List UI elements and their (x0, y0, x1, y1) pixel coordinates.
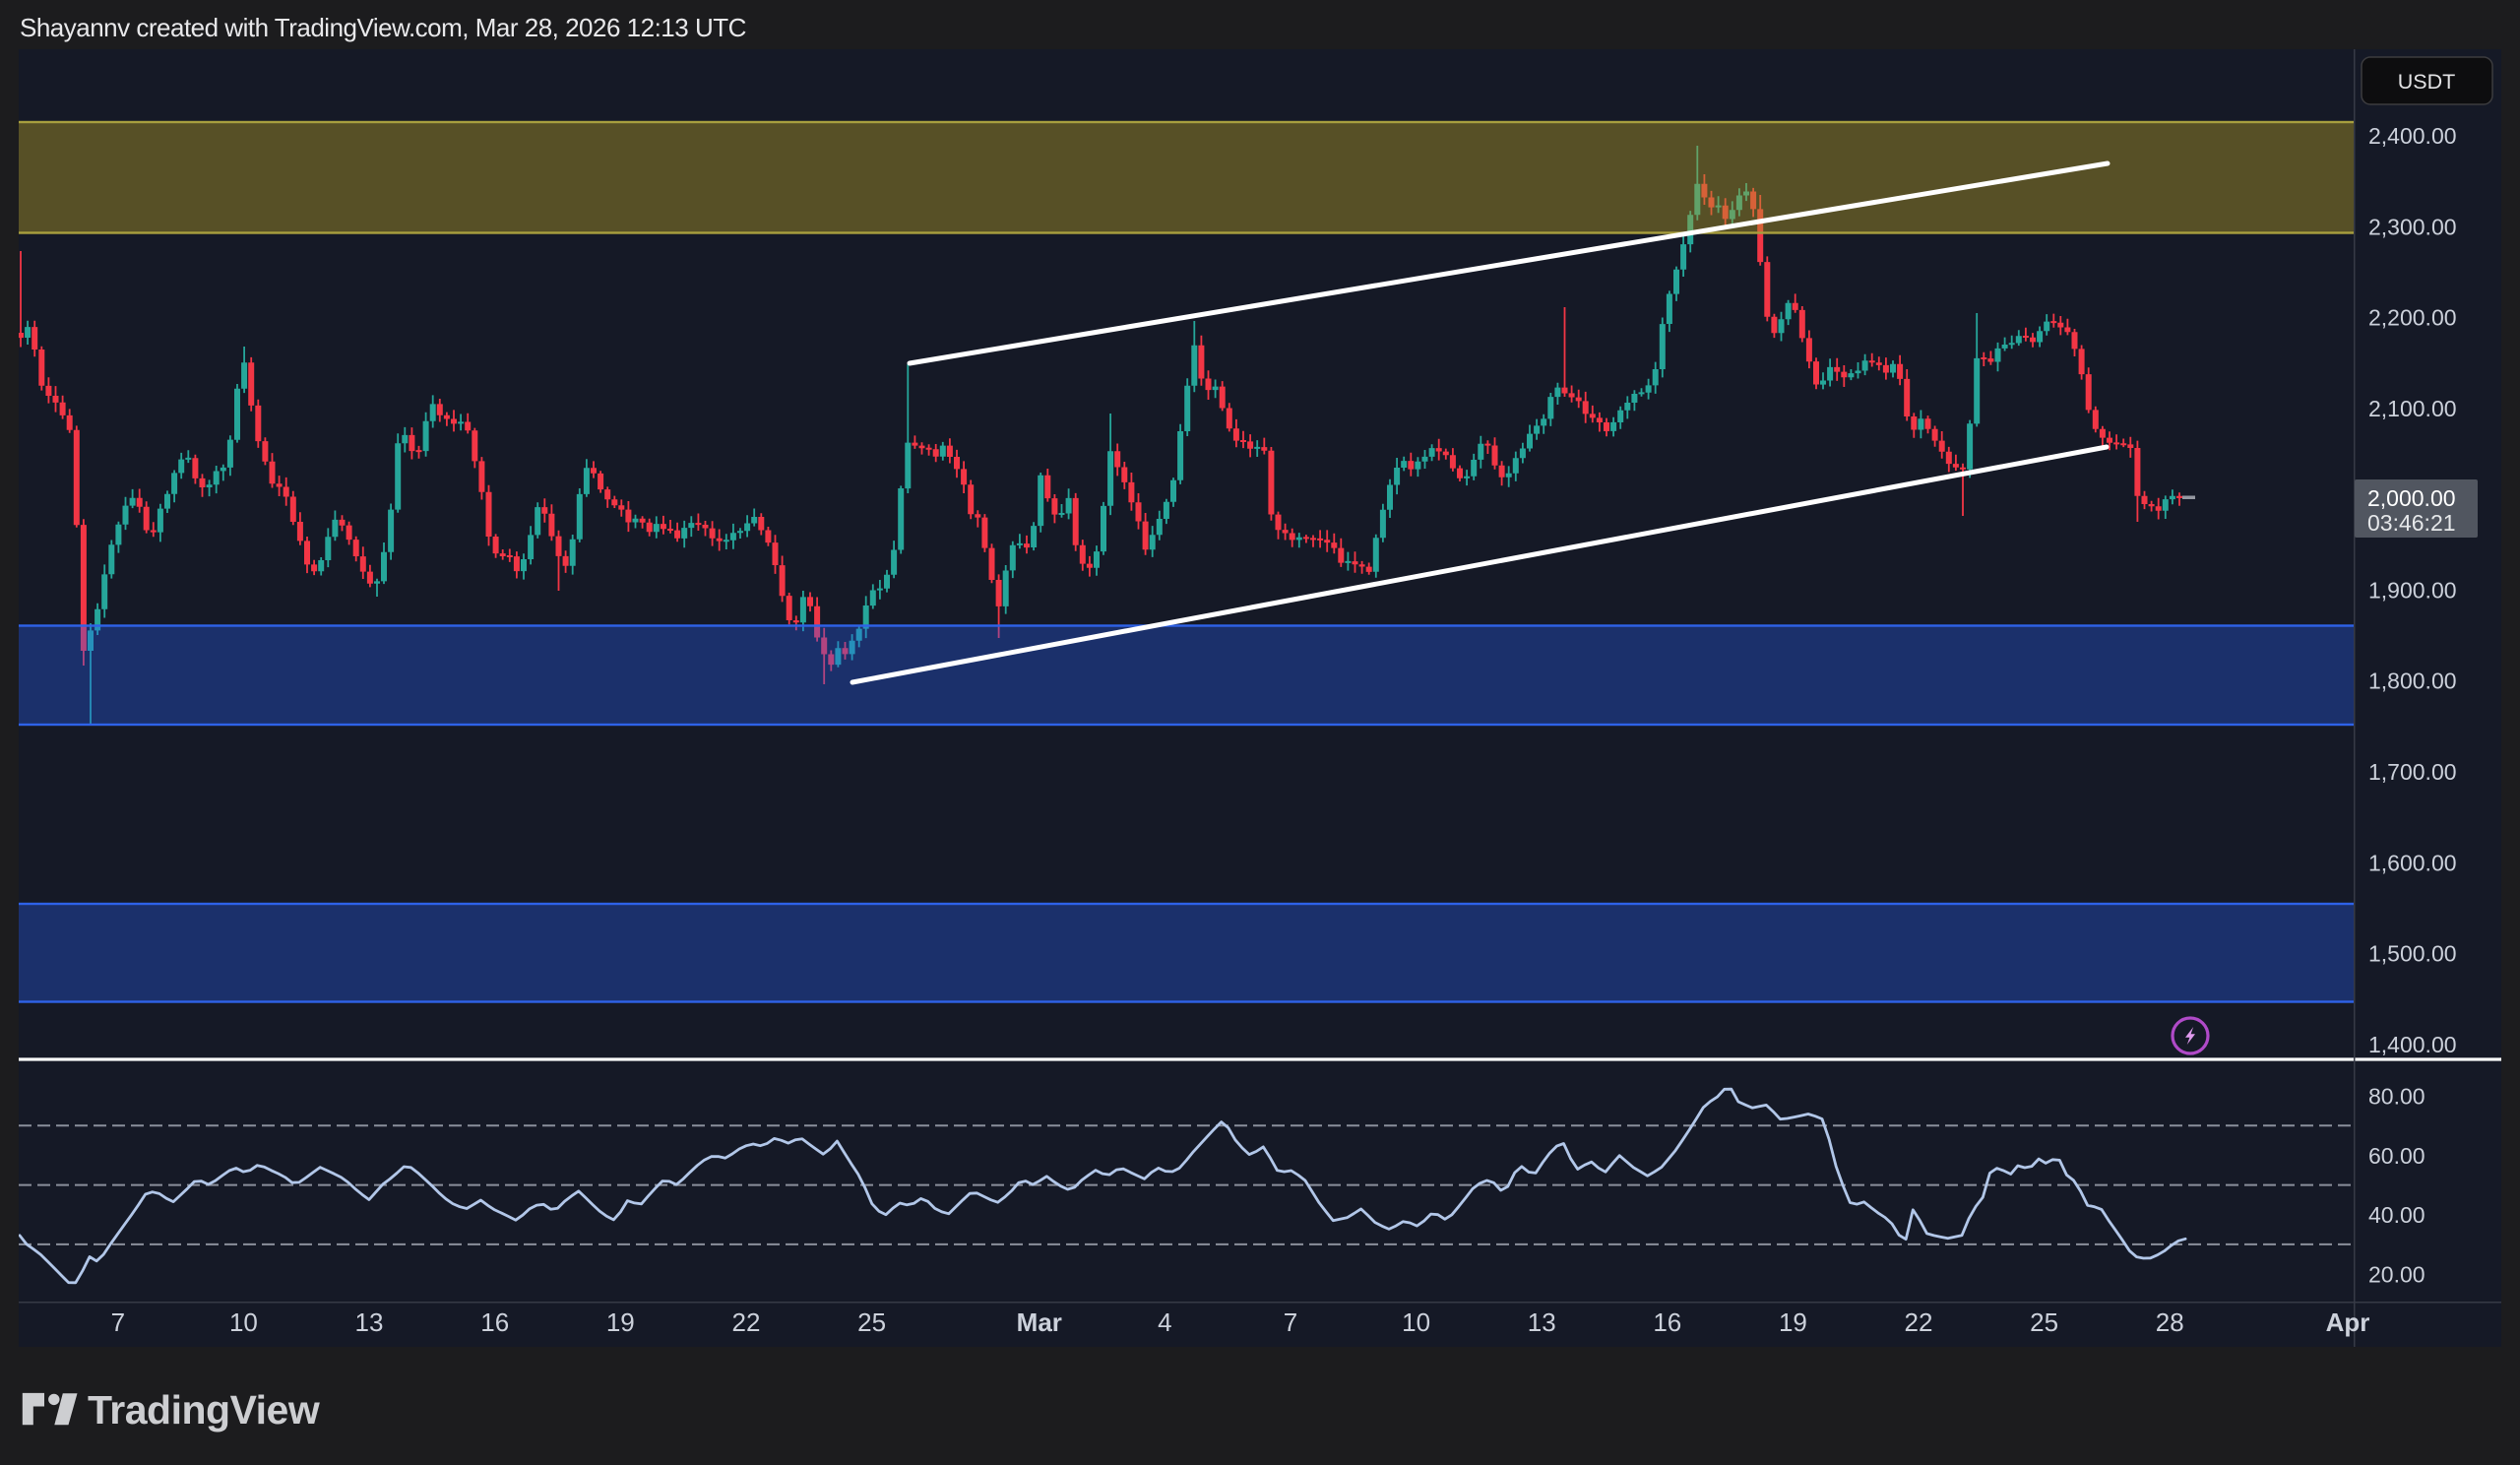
svg-text:4: 4 (1158, 1307, 1171, 1337)
svg-text:1,900.00: 1,900.00 (2368, 577, 2457, 603)
svg-text:16: 16 (1653, 1307, 1681, 1337)
svg-text:Shayannv created with TradingV: Shayannv created with TradingView.com, M… (20, 13, 746, 42)
svg-text:Mar: Mar (1017, 1307, 1062, 1337)
svg-text:2,000.00: 2,000.00 (2367, 485, 2456, 511)
svg-text:13: 13 (355, 1307, 384, 1337)
svg-text:1,700.00: 1,700.00 (2368, 759, 2457, 785)
svg-text:20.00: 20.00 (2368, 1261, 2426, 1287)
svg-text:1,600.00: 1,600.00 (2368, 850, 2457, 875)
svg-text:60.00: 60.00 (2368, 1143, 2426, 1169)
svg-text:7: 7 (111, 1307, 125, 1337)
svg-text:28: 28 (2156, 1307, 2184, 1337)
svg-text:Apr: Apr (2326, 1307, 2370, 1337)
svg-text:25: 25 (857, 1307, 886, 1337)
svg-text:22: 22 (732, 1307, 761, 1337)
svg-text:40.00: 40.00 (2368, 1202, 2426, 1228)
svg-text:7: 7 (1284, 1307, 1297, 1337)
svg-text:USDT: USDT (2398, 70, 2456, 94)
svg-text:10: 10 (229, 1307, 258, 1337)
svg-text:10: 10 (1402, 1307, 1430, 1337)
svg-text:2,300.00: 2,300.00 (2368, 214, 2457, 239)
svg-text:2,200.00: 2,200.00 (2368, 305, 2457, 331)
svg-text:1,800.00: 1,800.00 (2368, 669, 2457, 694)
svg-text:2,100.00: 2,100.00 (2368, 396, 2457, 421)
svg-text:03:46:21: 03:46:21 (2367, 510, 2456, 536)
svg-text:19: 19 (1779, 1307, 1807, 1337)
svg-text:13: 13 (1528, 1307, 1556, 1337)
svg-text:25: 25 (2030, 1307, 2058, 1337)
svg-text:80.00: 80.00 (2368, 1084, 2426, 1110)
svg-text:16: 16 (480, 1307, 509, 1337)
svg-text:2,400.00: 2,400.00 (2368, 123, 2457, 149)
svg-text:22: 22 (1905, 1307, 1933, 1337)
svg-text:TradingView: TradingView (88, 1387, 320, 1433)
svg-text:1,500.00: 1,500.00 (2368, 941, 2457, 967)
svg-text:19: 19 (606, 1307, 635, 1337)
svg-text:1,400.00: 1,400.00 (2368, 1032, 2457, 1057)
